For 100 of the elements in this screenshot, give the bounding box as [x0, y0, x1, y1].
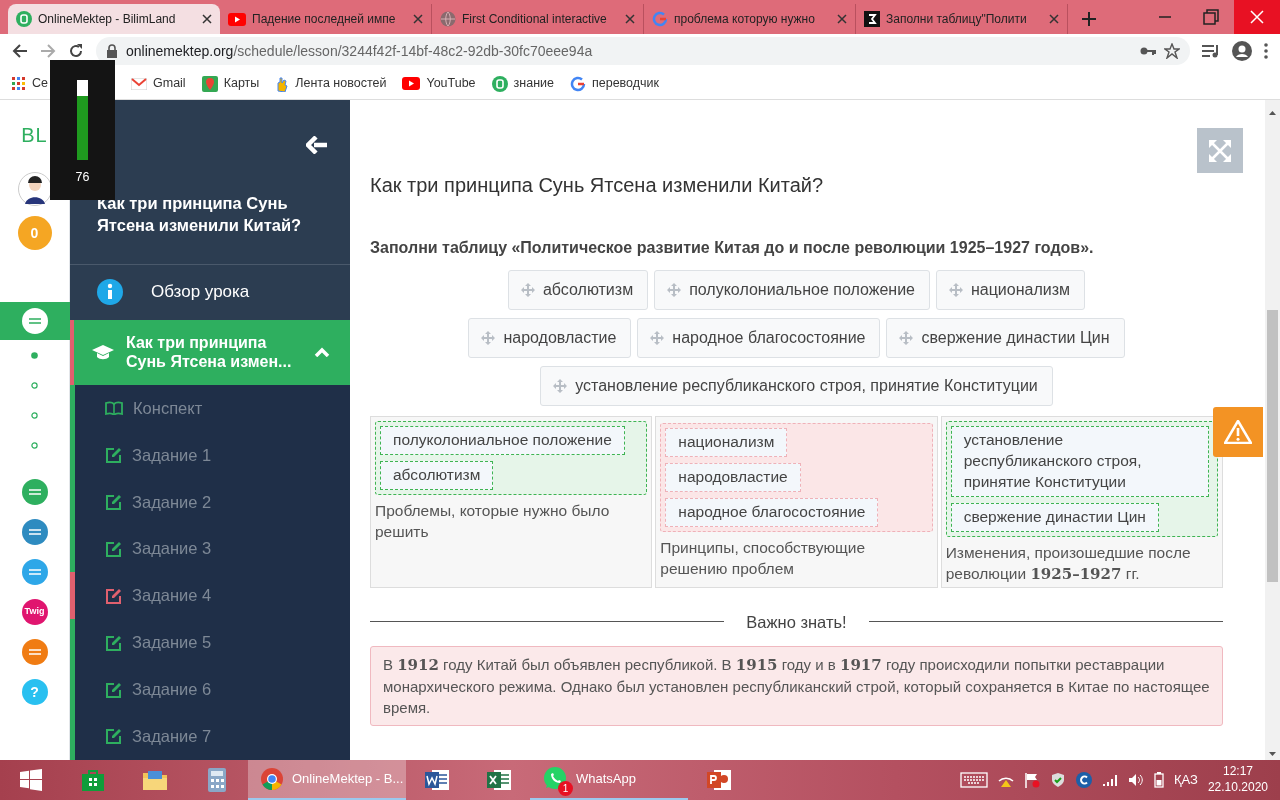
app-icon[interactable] [21, 479, 48, 505]
app-icon[interactable] [21, 559, 48, 585]
drag-chip[interactable]: национализм [935, 270, 1086, 310]
bookmark-link[interactable]: Лента новостей [295, 74, 387, 93]
meter-reading: 76 [75, 169, 90, 186]
page-dot-icon[interactable] [31, 411, 38, 419]
chevron-up-icon [314, 347, 330, 358]
app-icon[interactable] [21, 308, 48, 334]
chrome-icon [260, 767, 284, 791]
new-tab-icon[interactable] [1082, 12, 1096, 26]
url-text: onlinemektep.org/schedule/lesson/3244f42f-14bf-48c2-92db-30fc70eee94a [126, 41, 594, 61]
clock[interactable]: 12:17 22.10.2020 [1207, 764, 1268, 796]
bookmark-link[interactable]: Карты [223, 74, 260, 93]
bookmark-link[interactable]: Се [32, 74, 48, 93]
edit-icon [105, 587, 122, 604]
app-icon[interactable]: Twig [21, 599, 48, 625]
g-logo-icon [652, 11, 668, 27]
column-caption: Проблемы, которые нужно было решить [375, 500, 611, 542]
logo: BL [21, 123, 48, 148]
c-circle-icon[interactable] [1076, 772, 1092, 788]
circle-logo-icon [16, 11, 32, 27]
presentation-app-icon[interactable] [706, 768, 732, 792]
expand-icon [1208, 138, 1232, 163]
bookmark-link[interactable]: Gmail [153, 74, 186, 93]
calculator-icon[interactable] [207, 767, 227, 793]
task-title: Как три принципа Сунь Ятсена изменили Китай? [370, 173, 825, 198]
drag-chip[interactable]: абсолютизм [507, 270, 649, 310]
drag-chip[interactable]: народное благосостояние [637, 318, 881, 358]
globe-icon [440, 11, 456, 27]
app-icon[interactable] [21, 519, 48, 545]
page-dot-icon[interactable] [31, 351, 38, 359]
back-arrow-icon[interactable] [12, 43, 28, 59]
chat-bubble-icon [542, 766, 568, 792]
close-icon[interactable] [202, 14, 212, 24]
move-icon [481, 331, 496, 345]
edit-icon [105, 728, 122, 745]
column-caption: Изменения, произошедшие после революции 1925–1927 гг. [945, 542, 1192, 585]
drop-zone[interactable]: установление республиканского строя, принятие Конституции свержение династии Цин [945, 421, 1218, 537]
language-indicator[interactable]: ҚАЗ [1174, 770, 1198, 790]
dropped-chip[interactable]: установление республиканского строя, принятие Конституции [950, 426, 1209, 497]
dropped-chip[interactable]: полуколониальное положение [380, 426, 625, 455]
bookmark-link[interactable]: знание [513, 74, 554, 93]
browser-tab[interactable]: OnlineMektep - BilimLand [8, 4, 220, 34]
signal-icon[interactable] [1102, 773, 1118, 787]
hand-icon [275, 75, 290, 92]
folder-icon[interactable] [142, 769, 168, 791]
scrollbar-thumb[interactable] [1267, 310, 1278, 582]
lock-icon [106, 44, 118, 58]
bookmark-link[interactable]: переводчик [592, 74, 660, 93]
drag-chip[interactable]: установление республиканского строя, принятие Конституции [540, 366, 1053, 406]
keyboard-icon[interactable] [960, 772, 988, 788]
menu-item[interactable]: Обзор урока [151, 279, 250, 305]
notification-badge: 1 [558, 781, 573, 796]
instruction-text: Заполни таблицу «Политическое развитие Китая до и после революции 1925–1927 годов». [370, 238, 1095, 258]
taskbar-button[interactable]: WhatsApp 1 [530, 760, 688, 800]
graduation-cap-icon [92, 344, 114, 361]
address-bar[interactable]: onlinemektep.org/schedule/lesson/3244f42f-14bf-48c2-92db-30fc70eee94a [96, 37, 1190, 65]
map-pin-icon [201, 75, 218, 92]
drop-zone[interactable]: национализм народовластие народное благосостояние [660, 423, 933, 532]
document-app-icon[interactable] [424, 768, 450, 792]
page-dot-icon[interactable] [31, 441, 38, 449]
move-icon [667, 283, 682, 297]
edit-icon [105, 540, 122, 557]
flag-icon[interactable] [1024, 772, 1040, 788]
profile-icon[interactable] [1232, 41, 1252, 61]
windows-logo-icon[interactable] [20, 769, 42, 791]
avatar-icon [17, 172, 52, 206]
edit-icon [105, 634, 122, 651]
reload-icon[interactable] [68, 43, 84, 59]
shield-check-icon[interactable] [1050, 772, 1066, 788]
key-icon[interactable] [1140, 46, 1156, 56]
volume-icon[interactable] [1128, 773, 1144, 787]
drag-chip[interactable]: свержение династии Цин [886, 318, 1125, 358]
info-note: В 1912 году Китай был объявлен республикой. В 1915 году и в 1917 году происходили попытки реставрации монархического режима. Однако был установлен республиканский строй, который сохраняется в Китае по настоящее время. [370, 646, 1223, 727]
dropped-chip[interactable]: народовластие [665, 462, 801, 492]
drop-zone[interactable]: полуколониальное положение абсолютизм [375, 421, 648, 495]
edit-icon [105, 446, 122, 463]
drag-chip[interactable]: народовластие [468, 318, 632, 358]
coin-counter: 0 [17, 216, 52, 250]
dropped-chip[interactable]: народное благосостояние [665, 497, 879, 527]
bookmark-link[interactable]: YouTube [426, 74, 476, 93]
drag-chip[interactable]: полуколониальное положение [654, 270, 930, 310]
store-icon[interactable] [81, 768, 105, 792]
maximize-icon[interactable] [1203, 9, 1219, 25]
dropped-chip[interactable]: абсолютизм [380, 460, 494, 490]
warning-icon [1224, 420, 1252, 444]
media-queue-icon[interactable] [1202, 44, 1220, 58]
book-icon [105, 401, 123, 416]
dropped-chip[interactable]: национализм [665, 428, 788, 457]
more-menu-icon[interactable] [1264, 43, 1268, 59]
play-icon [402, 77, 421, 90]
section-heading: Важно знать! [746, 611, 847, 633]
battery-icon[interactable] [1154, 772, 1164, 788]
move-icon [899, 331, 914, 345]
star-icon[interactable] [1164, 43, 1180, 59]
dropped-chip[interactable]: свержение династии Цин [950, 502, 1159, 532]
spreadsheet-app-icon[interactable] [486, 768, 512, 792]
page-dot-icon[interactable] [31, 381, 38, 389]
play-icon [228, 12, 246, 26]
app-icon[interactable] [21, 639, 48, 665]
